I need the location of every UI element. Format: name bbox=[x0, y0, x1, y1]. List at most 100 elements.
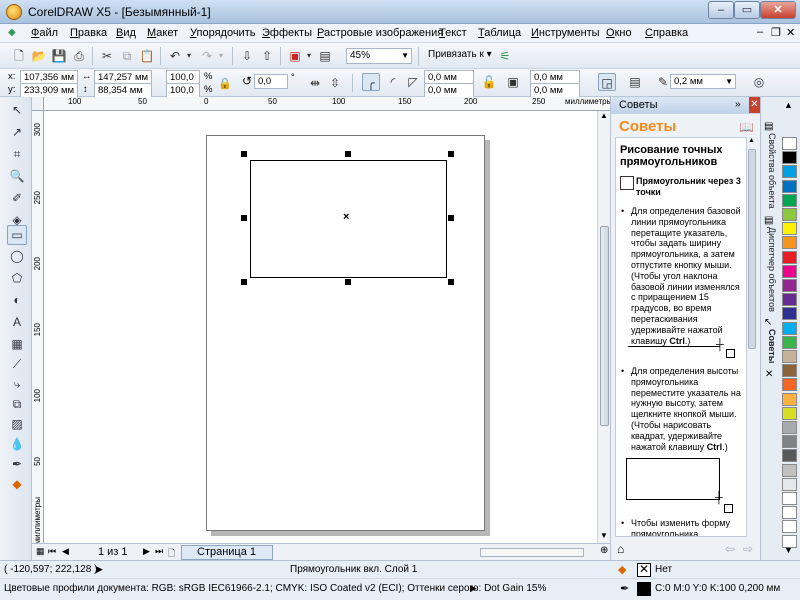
basic-shapes-tool-icon[interactable]: ◐ bbox=[7, 291, 27, 309]
docker-scrollbar[interactable]: ▲ bbox=[747, 137, 757, 537]
color-swatch[interactable] bbox=[782, 222, 797, 236]
cut-icon[interactable]: ✂ bbox=[98, 47, 116, 65]
page-tab[interactable]: Страница 1 bbox=[181, 545, 273, 560]
color-swatch[interactable] bbox=[782, 151, 797, 165]
open-icon[interactable]: 📂 bbox=[30, 47, 48, 65]
color-swatch[interactable] bbox=[782, 406, 797, 420]
tab-object-manager[interactable]: Диспетчер объектов bbox=[763, 227, 777, 312]
docker-expand-icon[interactable]: » bbox=[735, 97, 741, 113]
color-swatch[interactable] bbox=[782, 279, 797, 292]
rotation-angle-field[interactable]: 0,0 bbox=[254, 74, 288, 89]
color-swatch[interactable] bbox=[782, 492, 797, 505]
zoom-tool-icon[interactable]: 🔍 bbox=[7, 167, 27, 185]
home-icon[interactable]: ⌂ bbox=[617, 542, 624, 556]
outline-tool-icon[interactable]: ✒ bbox=[7, 455, 27, 473]
ellipse-tool-icon[interactable]: ◯ bbox=[7, 247, 27, 265]
new-document-icon[interactable]: 🗋 bbox=[10, 47, 28, 65]
blend-tool-icon[interactable]: ⧉ bbox=[7, 395, 27, 413]
edit-together-icon[interactable]: ▣ bbox=[504, 73, 522, 91]
menu-text[interactable]: Текст bbox=[439, 27, 467, 39]
color-swatch[interactable] bbox=[782, 250, 797, 264]
scroll-thumb[interactable] bbox=[600, 226, 609, 426]
profiles-arrow-icon[interactable]: ▶ bbox=[470, 583, 477, 594]
ruler-origin[interactable] bbox=[32, 97, 44, 111]
welcome-screen-icon[interactable]: ▤ bbox=[316, 47, 334, 65]
polygon-tool-icon[interactable]: ⬠ bbox=[7, 269, 27, 287]
zoom-level-select[interactable]: 45% ▼ bbox=[346, 48, 412, 64]
table-tool-icon[interactable]: ▦ bbox=[7, 335, 27, 353]
color-swatch[interactable] bbox=[782, 364, 797, 378]
docker-scroll-thumb[interactable] bbox=[748, 149, 756, 349]
eyedropper-tool-icon[interactable]: 💧 bbox=[7, 435, 27, 453]
color-swatch[interactable] bbox=[782, 350, 797, 363]
paste-icon[interactable]: 📋 bbox=[138, 47, 156, 65]
document-navigator-icon[interactable]: ▦ bbox=[36, 546, 45, 557]
color-swatch[interactable] bbox=[782, 421, 797, 434]
color-swatch[interactable] bbox=[782, 449, 797, 463]
options-icon[interactable]: ⚟ bbox=[496, 47, 514, 65]
color-swatch[interactable] bbox=[782, 477, 797, 491]
color-swatch[interactable] bbox=[782, 392, 797, 406]
prev-page-icon[interactable]: ◀ bbox=[62, 546, 69, 557]
zoom-navigator-icon[interactable]: ⊕ bbox=[600, 545, 608, 556]
print-icon[interactable]: ⎙ bbox=[70, 47, 88, 65]
menu-layout[interactable]: Макет bbox=[147, 27, 178, 39]
relative-corner-scaling-icon[interactable]: ◲ bbox=[598, 73, 616, 91]
outline-color-swatch[interactable] bbox=[637, 582, 651, 596]
horizontal-ruler[interactable]: 100 50 0 50 100 150 200 250 миллиметры bbox=[44, 97, 612, 111]
color-swatch[interactable] bbox=[782, 463, 797, 477]
selection-handle-left[interactable] bbox=[241, 215, 247, 221]
freehand-tool-icon[interactable]: ✐ bbox=[7, 189, 27, 207]
selection-handle-top-left[interactable] bbox=[241, 151, 247, 157]
scroll-up-icon[interactable]: ▲ bbox=[600, 111, 608, 120]
doc-minimize-icon[interactable]: – bbox=[757, 26, 763, 38]
y-position-field[interactable]: 233,909 мм bbox=[20, 83, 78, 98]
doc-restore-icon[interactable]: ❐ bbox=[771, 26, 781, 39]
save-icon[interactable]: 💾 bbox=[50, 47, 68, 65]
copy-icon[interactable]: ⧉ bbox=[118, 47, 136, 65]
rectangle-tool-icon[interactable]: ▭ bbox=[7, 225, 27, 245]
menu-file[interactable]: Файл bbox=[31, 27, 58, 39]
menu-tools[interactable]: Инструменты bbox=[531, 27, 600, 39]
mirror-horizontal-icon[interactable]: ⇹ bbox=[306, 74, 324, 92]
next-page-icon[interactable]: ▶ bbox=[143, 546, 150, 557]
object-manager-tab-icon[interactable]: ▤ bbox=[764, 215, 773, 226]
menu-table[interactable]: Таблица bbox=[478, 27, 521, 39]
outline-width-select[interactable]: 0,2 мм ▼ bbox=[670, 74, 736, 89]
scale-y-field[interactable]: 100,0 bbox=[166, 83, 200, 98]
color-swatch[interactable] bbox=[782, 236, 797, 250]
menu-arrange[interactable]: Упорядочить bbox=[190, 27, 255, 39]
color-swatch[interactable] bbox=[782, 378, 797, 392]
menu-help[interactable]: Справка bbox=[645, 27, 688, 39]
fill-tool-icon[interactable]: ◆ bbox=[7, 475, 27, 493]
scroll-up-icon[interactable]: ▲ bbox=[748, 137, 755, 144]
snap-to-dropdown[interactable]: Привязать к ▾ bbox=[428, 49, 492, 60]
color-swatch[interactable] bbox=[782, 335, 797, 349]
menu-edit[interactable]: Правка bbox=[70, 27, 107, 39]
forward-icon[interactable]: ⇨ bbox=[743, 542, 753, 556]
close-tab-icon[interactable]: ✕ bbox=[765, 369, 773, 380]
corner-radius-bottom-left[interactable]: 0,0 мм bbox=[424, 83, 474, 98]
export-icon[interactable]: ⇧ bbox=[258, 47, 276, 65]
selection-handle-top-right[interactable] bbox=[448, 151, 454, 157]
minimize-button[interactable]: – bbox=[708, 1, 734, 19]
menu-effects[interactable]: Эффекты bbox=[262, 27, 312, 39]
selection-handle-top[interactable] bbox=[345, 151, 351, 157]
lock-ratio-icon[interactable]: 🔒 bbox=[216, 75, 234, 93]
menu-window[interactable]: Окно bbox=[606, 27, 632, 39]
color-swatch[interactable] bbox=[782, 520, 797, 534]
vertical-scrollbar[interactable]: ▲ ▼ bbox=[597, 111, 610, 543]
selection-handle-right[interactable] bbox=[448, 215, 454, 221]
menu-bitmaps[interactable]: Растровые изображения bbox=[317, 27, 443, 39]
color-swatch[interactable] bbox=[782, 208, 797, 221]
corner-radius-bottom-right[interactable]: 0,0 мм bbox=[530, 83, 580, 98]
round-corner-icon[interactable]: ╭ bbox=[362, 73, 380, 91]
maximize-button[interactable]: ▭ bbox=[734, 1, 760, 19]
convert-to-curves-icon[interactable]: ◎ bbox=[750, 73, 768, 91]
horizontal-scrollbar[interactable] bbox=[480, 548, 584, 557]
chamfered-corner-icon[interactable]: ◸ bbox=[404, 73, 422, 91]
color-swatch[interactable] bbox=[782, 321, 797, 335]
palette-scroll-down-icon[interactable]: ▼ bbox=[784, 545, 793, 555]
color-swatch[interactable] bbox=[782, 307, 797, 321]
scroll-down-icon[interactable]: ▼ bbox=[600, 531, 608, 540]
